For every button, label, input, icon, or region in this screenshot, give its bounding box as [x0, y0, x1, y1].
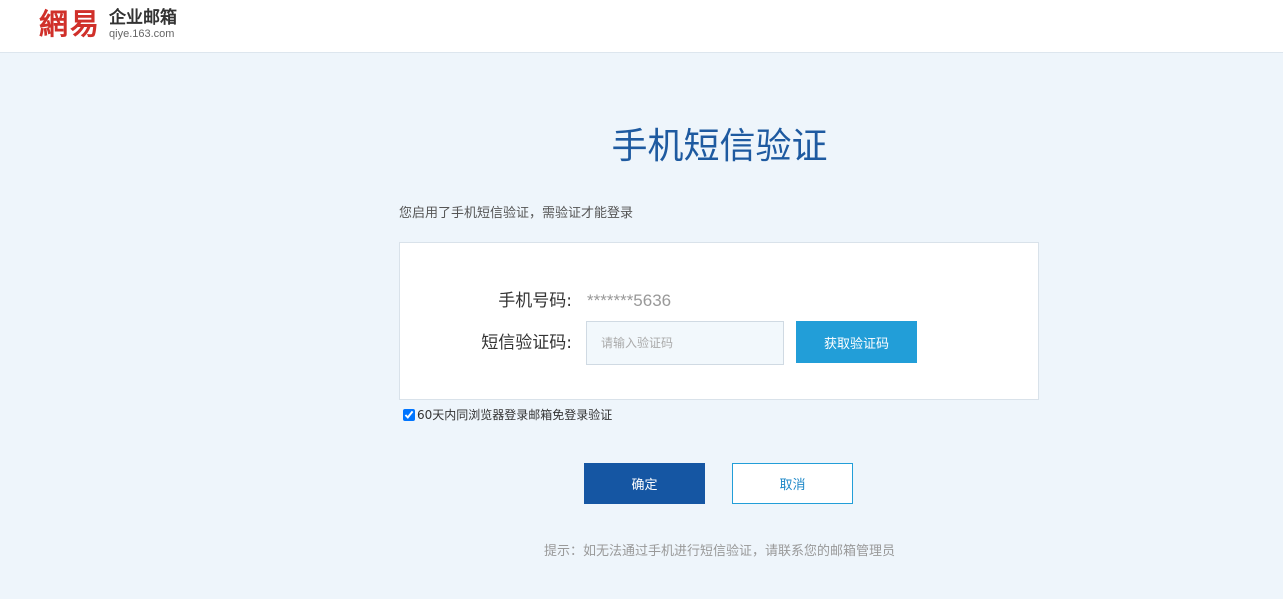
help-tip: 提示：如无法通过手机进行短信验证，请联系您的邮箱管理员 [543, 544, 895, 559]
verification-form: 手机号码: *******5636 短信验证码: 获取验证码 [399, 242, 1039, 400]
logo-text: 企业邮箱 qiye.163.com [109, 8, 177, 41]
header: 網易 企业邮箱 qiye.163.com [0, 0, 1283, 53]
get-code-button[interactable]: 获取验证码 [796, 321, 917, 363]
remember-label: 60天内同浏览器登录邮箱免登录验证 [417, 408, 613, 422]
netease-logo[interactable]: 網易 企业邮箱 qiye.163.com [39, 4, 177, 44]
remember-option[interactable]: 60天内同浏览器登录邮箱免登录验证 [403, 406, 612, 423]
remember-checkbox[interactable] [403, 408, 415, 421]
logo-subtitle: qiye.163.com [109, 27, 175, 40]
description-text: 您启用了手机短信验证，需验证才能登录 [399, 206, 634, 221]
sms-code-input[interactable] [586, 321, 784, 365]
phone-number-value: *******5636 [587, 291, 672, 310]
logo-mark: 網易 [39, 7, 102, 41]
cancel-button[interactable]: 取消 [732, 463, 853, 504]
page-title: 手机短信验证 [611, 126, 828, 167]
confirm-button[interactable]: 确定 [584, 463, 705, 504]
phone-label: 手机号码: [498, 291, 572, 311]
sms-code-label: 短信验证码: [481, 333, 572, 353]
logo-title: 企业邮箱 [109, 7, 178, 28]
